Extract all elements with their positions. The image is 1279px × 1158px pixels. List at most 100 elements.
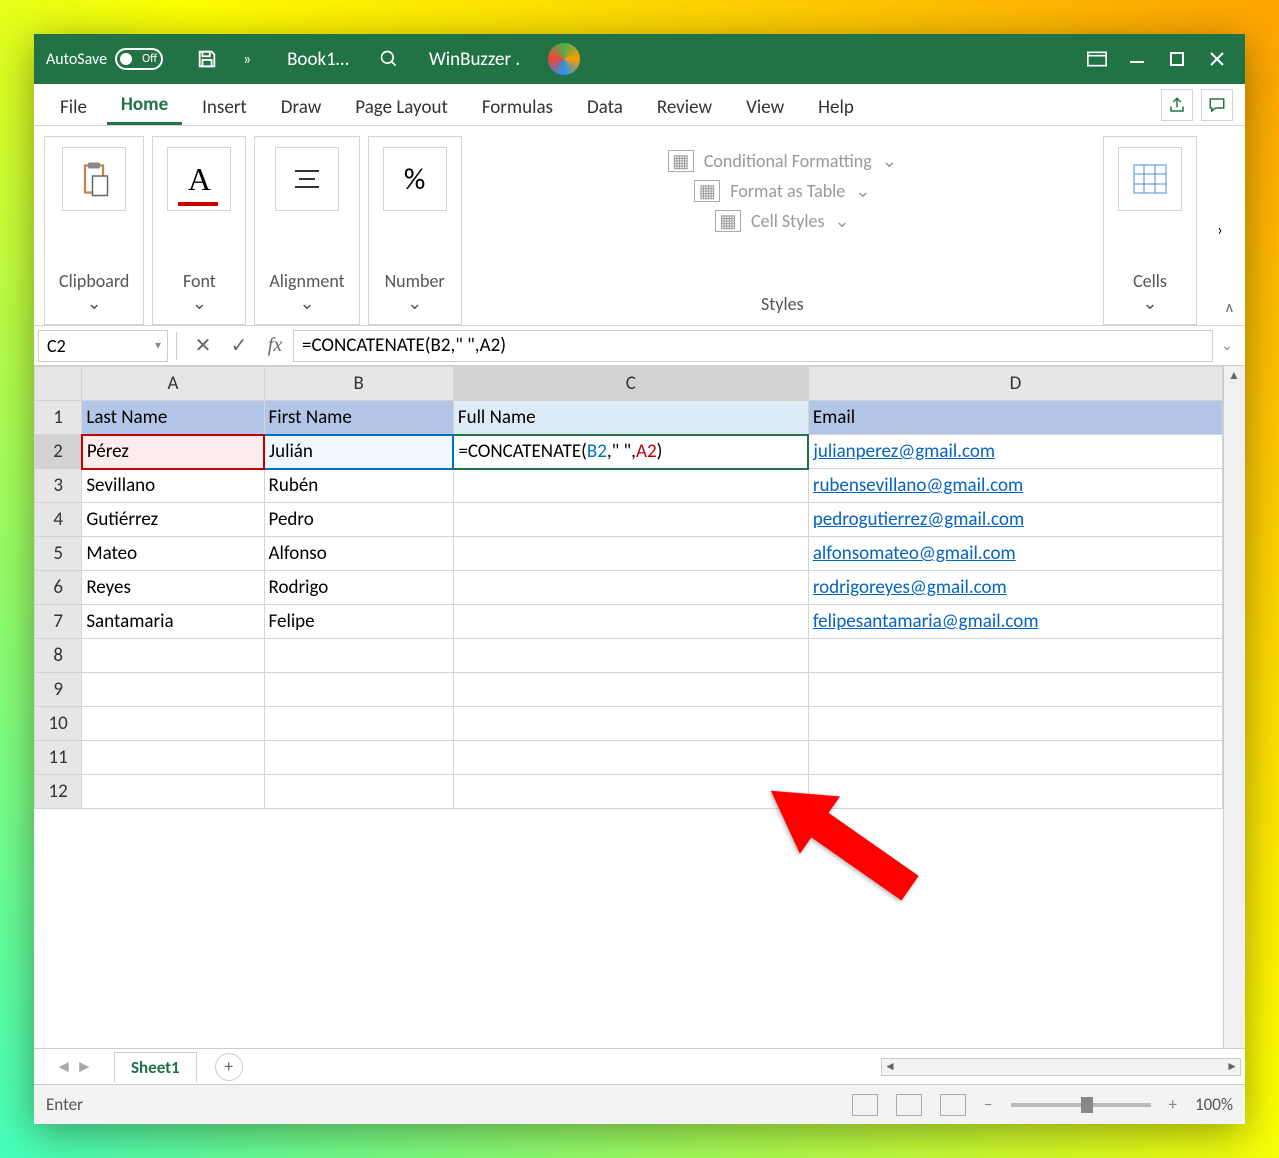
minimize-button[interactable] (1117, 39, 1157, 79)
col-header-d[interactable]: D (808, 367, 1222, 401)
cancel-icon[interactable]: ✕ (185, 333, 221, 358)
chevron-down-icon: ⌄ (882, 150, 897, 172)
alignment-label: Alignment (269, 270, 344, 292)
format-as-table-icon: ▦ (694, 180, 720, 202)
table-row: 6 Reyes Rodrigo rodrigoreyes@gmail.com (35, 571, 1223, 605)
ribbon-display-icon[interactable] (1077, 39, 1117, 79)
zoom-slider[interactable] (1011, 1103, 1151, 1107)
table-row: 7 Santamaria Felipe felipesantamaria@gma… (35, 605, 1223, 639)
font-icon[interactable]: A (167, 147, 231, 211)
clipboard-label: Clipboard (59, 270, 129, 292)
ribbon-overflow[interactable]: › (1205, 136, 1235, 325)
enter-icon[interactable]: ✓ (221, 333, 257, 358)
chevron-down-icon[interactable]: ⌄ (87, 292, 102, 314)
tab-view[interactable]: View (732, 90, 798, 125)
comments-icon[interactable] (1201, 89, 1233, 121)
worksheet-grid[interactable]: A B C D 1 Last Name First Name Full Name… (34, 366, 1223, 809)
tab-review[interactable]: Review (643, 90, 726, 125)
tab-formulas[interactable]: Formulas (468, 90, 567, 125)
chevron-down-icon[interactable]: ⌄ (407, 292, 422, 314)
save-icon[interactable] (187, 39, 227, 79)
number-icon[interactable]: % (383, 147, 447, 211)
table-row: 2 Pérez Julián =CONCATENATE(B2," ",A2) j… (35, 435, 1223, 469)
chevron-down-icon[interactable]: ⌄ (299, 292, 314, 314)
search-icon[interactable] (369, 39, 409, 79)
cell[interactable]: Email (808, 401, 1222, 435)
tab-data[interactable]: Data (573, 90, 637, 125)
cell-a2[interactable]: Pérez (82, 435, 264, 469)
table-row: 1 Last Name First Name Full Name Email (35, 401, 1223, 435)
col-header-b[interactable]: B (264, 367, 453, 401)
close-button[interactable] (1197, 39, 1237, 79)
editing-cell-c2[interactable]: =CONCATENATE(B2," ",A2) (453, 435, 808, 469)
conditional-formatting-button[interactable]: ▦Conditional Formatting ⌄ (668, 146, 897, 176)
share-icon[interactable] (1161, 89, 1193, 121)
formula-input[interactable]: =CONCATENATE(B2," ",A2) (293, 330, 1213, 362)
fx-icon[interactable]: fx (257, 334, 293, 357)
styles-label: Styles (761, 293, 804, 315)
sheet-area: A B C D 1 Last Name First Name Full Name… (34, 366, 1245, 1048)
cell[interactable]: Last Name (82, 401, 264, 435)
ribbon-tabs: File Home Insert Draw Page Layout Formul… (34, 84, 1245, 126)
col-header-c[interactable]: C (453, 367, 808, 401)
user-name: WinBuzzer . (429, 48, 520, 71)
page-layout-view-icon[interactable] (896, 1094, 922, 1116)
zoom-level[interactable]: 100% (1195, 1094, 1233, 1115)
avatar[interactable] (548, 43, 580, 75)
expand-formula-icon[interactable]: ⌄ (1213, 337, 1241, 354)
cells-icon[interactable] (1118, 147, 1182, 211)
sheet-tab-sheet1[interactable]: Sheet1 (114, 1052, 197, 1082)
page-break-view-icon[interactable] (940, 1094, 966, 1116)
qat-more[interactable]: » (227, 39, 267, 79)
ribbon: Clipboard⌄ A Font⌄ Alignment⌄ % Number⌄ … (34, 126, 1245, 326)
vertical-scrollbar[interactable] (1223, 366, 1245, 1048)
chevron-down-icon[interactable]: ⌄ (192, 292, 207, 314)
horizontal-scrollbar[interactable] (243, 1058, 1245, 1076)
alignment-icon[interactable] (275, 147, 339, 211)
cell[interactable]: julianperez@gmail.com (808, 435, 1222, 469)
row-header[interactable]: 2 (35, 435, 82, 469)
tab-home[interactable]: Home (107, 87, 182, 125)
group-styles: ▦Conditional Formatting ⌄ ▦Format as Tab… (470, 136, 1095, 325)
chevron-down-icon: ⌄ (835, 210, 850, 232)
status-mode: Enter (46, 1094, 83, 1115)
collapse-ribbon-icon[interactable]: ʌ (1226, 298, 1233, 317)
table-row: 3 Sevillano Rubén rubensevillano@gmail.c… (35, 469, 1223, 503)
tab-page-layout[interactable]: Page Layout (341, 90, 462, 125)
tab-draw[interactable]: Draw (267, 90, 335, 125)
table-row: 4 Gutiérrez Pedro pedrogutierrez@gmail.c… (35, 503, 1223, 537)
chevron-down-icon: ⌄ (855, 180, 870, 202)
title-bar: AutoSave Off » Book1… WinBuzzer . (34, 34, 1245, 84)
normal-view-icon[interactable] (852, 1094, 878, 1116)
group-cells: Cells⌄ (1103, 136, 1197, 325)
sheet-tab-bar: ◄ ► Sheet1 + (34, 1048, 1245, 1084)
excel-window: AutoSave Off » Book1… WinBuzzer . File H… (34, 34, 1245, 1124)
cell-styles-button[interactable]: ▦Cell Styles ⌄ (715, 206, 850, 236)
tab-file[interactable]: File (46, 90, 101, 125)
tab-insert[interactable]: Insert (188, 90, 261, 125)
format-as-table-button[interactable]: ▦Format as Table ⌄ (694, 176, 870, 206)
row-header[interactable]: 1 (35, 401, 82, 435)
cell[interactable]: Full Name (453, 401, 808, 435)
add-sheet-icon[interactable]: + (215, 1053, 243, 1081)
autosave-toggle[interactable]: Off (115, 48, 163, 70)
group-font: A Font⌄ (152, 136, 246, 325)
paste-icon[interactable] (62, 147, 126, 211)
file-title: Book1… (287, 48, 349, 71)
cell-styles-icon: ▦ (715, 210, 741, 232)
status-bar: Enter − + 100% (34, 1084, 1245, 1124)
tab-help[interactable]: Help (804, 90, 868, 125)
name-box[interactable]: C2 (38, 330, 168, 362)
autosave-label: AutoSave (46, 50, 107, 69)
col-header-a[interactable]: A (82, 367, 264, 401)
cell[interactable]: First Name (264, 401, 453, 435)
select-all-corner[interactable] (35, 367, 82, 401)
group-alignment: Alignment⌄ (254, 136, 359, 325)
sheet-nav[interactable]: ◄ ► (34, 1056, 114, 1077)
table-row: 5 Mateo Alfonso alfonsomateo@gmail.com (35, 537, 1223, 571)
maximize-button[interactable] (1157, 39, 1197, 79)
cell-b2[interactable]: Julián (264, 435, 453, 469)
chevron-down-icon[interactable]: ⌄ (1142, 292, 1157, 314)
autosave-control[interactable]: AutoSave Off (46, 48, 163, 70)
number-label: Number (385, 270, 445, 292)
